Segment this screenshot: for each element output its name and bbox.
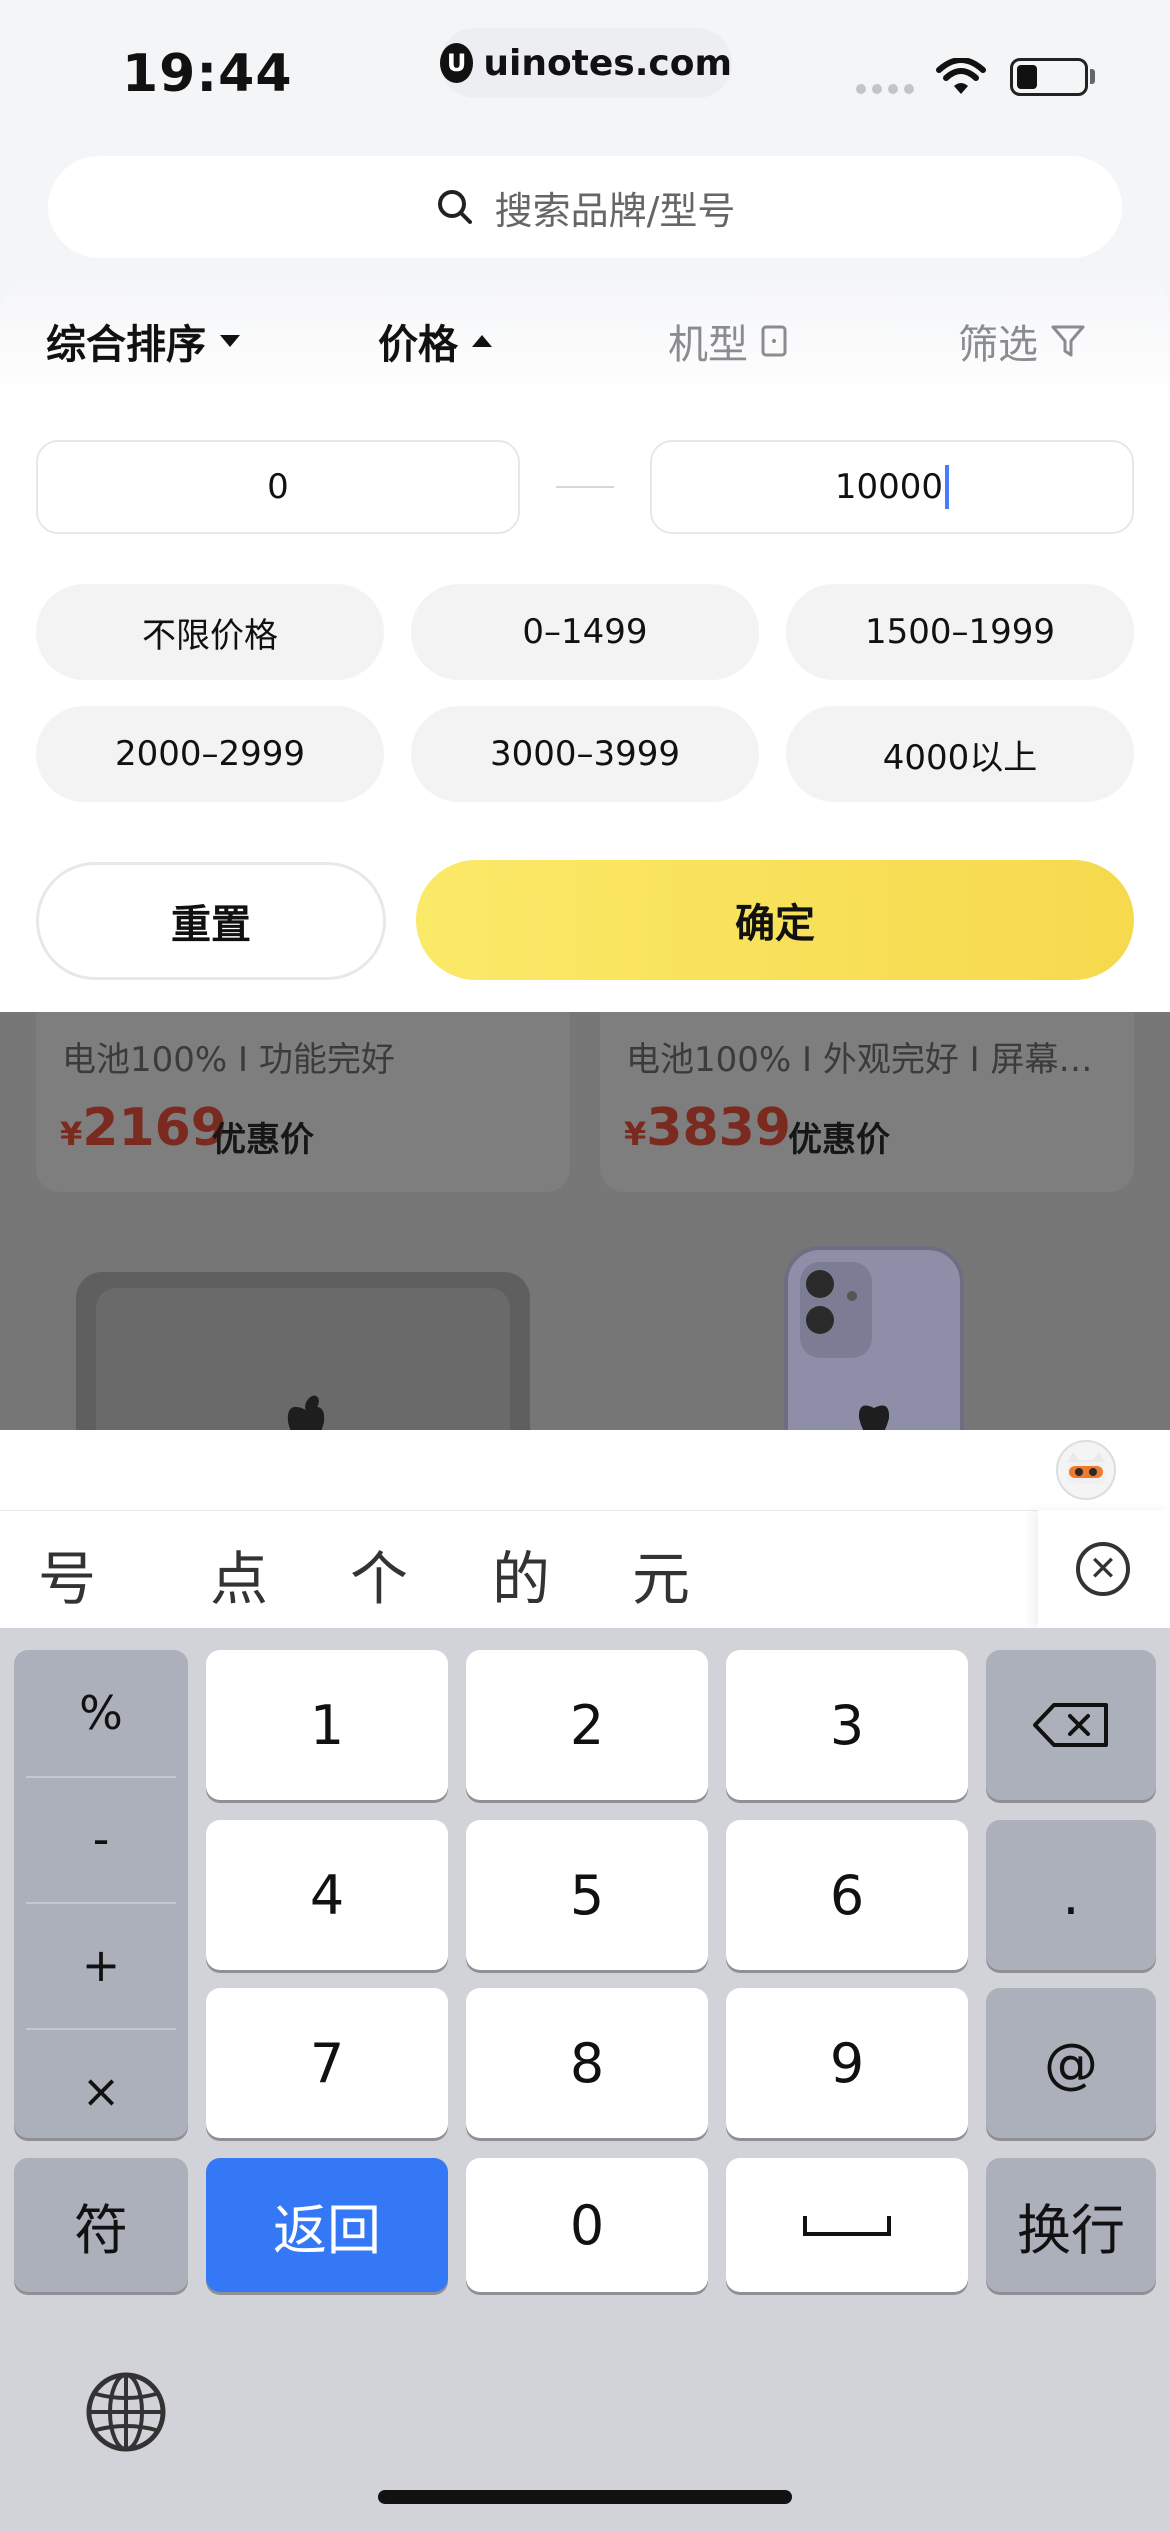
sort-price-label: 价格: [378, 322, 458, 368]
wifi-icon: [936, 58, 986, 94]
key-5[interactable]: 5: [466, 1820, 708, 1970]
space-key[interactable]: [726, 2158, 968, 2292]
filter-icon: [1051, 325, 1085, 357]
status-time: 19:44: [122, 44, 293, 104]
key-multiply[interactable]: ×: [14, 2030, 188, 2152]
product-grid-overlay[interactable]: 电池100% I 功能完好 ¥2169 优惠价 电池100% I 外观完好 I …: [0, 1012, 1170, 1430]
confirm-button[interactable]: 确定: [416, 860, 1134, 980]
sort-model[interactable]: 机型: [668, 312, 788, 370]
key-9[interactable]: 9: [726, 1988, 968, 2138]
sort-price[interactable]: 价格: [378, 312, 494, 370]
currency-symbol: ¥: [60, 1115, 83, 1153]
sort-filter-label: 筛选: [958, 322, 1038, 368]
candidate-word[interactable]: 的: [492, 1532, 550, 1616]
key-4[interactable]: 4: [206, 1820, 448, 1970]
product-price: ¥2169: [60, 1098, 227, 1158]
key-6[interactable]: 6: [726, 1820, 968, 1970]
max-price-value: 10000: [834, 467, 944, 507]
key-1[interactable]: 1: [206, 1650, 448, 1800]
range-separator: [556, 486, 614, 488]
price-value: 3839: [646, 1098, 791, 1158]
keyboard-toolbar: [0, 1430, 1170, 1510]
chip-4000-plus[interactable]: 4000以上: [786, 706, 1134, 802]
symbols-key[interactable]: 符: [14, 2158, 188, 2292]
text-cursor: [945, 465, 950, 509]
chip-2000-2999[interactable]: 2000–2999: [36, 706, 384, 802]
sort-overall[interactable]: 综合排序: [46, 312, 242, 370]
key-2[interactable]: 2: [466, 1650, 708, 1800]
candidate-bar: [0, 1510, 1170, 1628]
key-8[interactable]: 8: [466, 1988, 708, 2138]
backspace-key[interactable]: [986, 1650, 1156, 1800]
search-icon: [437, 190, 472, 224]
product-price: ¥3839: [624, 1098, 791, 1158]
key-3[interactable]: 3: [726, 1650, 968, 1800]
mascot-icon[interactable]: [1056, 1440, 1116, 1500]
space-icon: [803, 2216, 891, 2236]
price-value: 2169: [82, 1098, 227, 1158]
sort-model-label: 机型: [668, 322, 748, 368]
caret-up-icon: [472, 335, 492, 347]
max-price-input[interactable]: 10000: [650, 440, 1134, 534]
key-plus[interactable]: +: [14, 1904, 188, 2026]
product-image-laptop[interactable]: [36, 1208, 570, 1430]
chip-1500-1999[interactable]: 1500–1999: [786, 584, 1134, 680]
globe-icon[interactable]: [84, 2370, 168, 2454]
key-0[interactable]: 0: [466, 2158, 708, 2292]
back-key[interactable]: 返回: [206, 2158, 448, 2292]
key-minus[interactable]: -: [14, 1778, 188, 1900]
battery-tip: [1090, 69, 1095, 84]
cellular-signal-icon: [856, 84, 914, 94]
key-at[interactable]: @: [986, 1988, 1156, 2138]
key-percent[interactable]: %: [14, 1652, 188, 1774]
candidate-word[interactable]: 号: [38, 1532, 96, 1616]
robot-face-icon: [1067, 1452, 1105, 1484]
backspace-icon: [1033, 1703, 1108, 1747]
site-logo-icon: U: [440, 43, 474, 83]
key-7[interactable]: 7: [206, 1988, 448, 2138]
product-desc: 电池100% I 外观完好 I 屏幕…: [626, 1040, 1093, 1080]
candidate-word[interactable]: 元: [632, 1532, 690, 1616]
search-placeholder: 搜索品牌/型号: [494, 188, 736, 233]
newline-key[interactable]: 换行: [986, 2158, 1156, 2292]
phone-image-icon: [784, 1246, 964, 1430]
url-text: uinotes.com: [483, 42, 732, 84]
caret-down-icon: [220, 335, 240, 347]
home-indicator: [378, 2490, 792, 2504]
laptop-image-icon: [76, 1272, 530, 1430]
sort-overall-label: 综合排序: [46, 322, 206, 368]
close-icon[interactable]: ✕: [1076, 1542, 1130, 1596]
product-desc: 电池100% I 功能完好: [62, 1040, 395, 1080]
key-dot[interactable]: .: [986, 1820, 1156, 1970]
price-tag: 优惠价: [212, 1120, 314, 1160]
chip-0-1499[interactable]: 0–1499: [411, 584, 759, 680]
min-price-input[interactable]: 0: [36, 440, 520, 534]
candidate-word[interactable]: 点: [210, 1532, 268, 1616]
phone-icon: [761, 325, 787, 357]
chip-3000-3999[interactable]: 3000–3999: [411, 706, 759, 802]
candidate-word[interactable]: 个: [350, 1532, 408, 1616]
search-bar[interactable]: 搜索品牌/型号: [48, 156, 1122, 258]
currency-symbol: ¥: [624, 1115, 647, 1153]
url-pill[interactable]: U uinotes.com: [440, 28, 732, 98]
chip-unlimited[interactable]: 不限价格: [36, 584, 384, 680]
min-price-value: 0: [267, 467, 289, 507]
sort-filter[interactable]: 筛选: [958, 312, 1086, 370]
reset-button[interactable]: 重置: [36, 862, 386, 980]
product-image-phone[interactable]: [600, 1208, 1134, 1430]
price-tag: 优惠价: [788, 1120, 890, 1160]
battery-icon: [1010, 58, 1088, 96]
